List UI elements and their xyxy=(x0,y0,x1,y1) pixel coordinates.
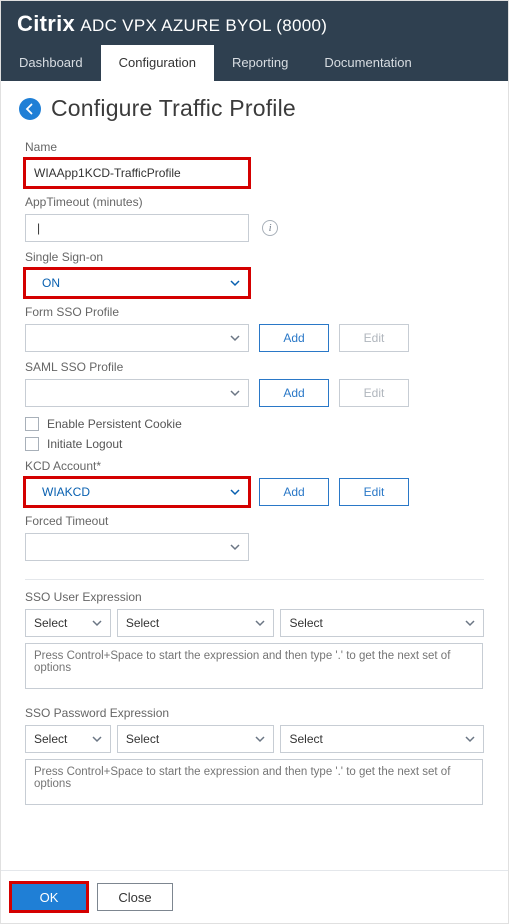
user-expr-select-2[interactable]: Select xyxy=(117,609,275,637)
form-sso-select[interactable] xyxy=(25,324,249,352)
saml-sso-add-button[interactable]: Add xyxy=(259,379,329,407)
ok-button[interactable]: OK xyxy=(11,883,87,911)
sso-select[interactable]: ON xyxy=(25,269,249,297)
chevron-down-icon xyxy=(465,618,475,628)
close-button[interactable]: Close xyxy=(97,883,173,911)
user-expr-select-3[interactable]: Select xyxy=(280,609,484,637)
user-expr-textarea[interactable] xyxy=(25,643,483,689)
select-placeholder: Select xyxy=(126,732,159,746)
tab-configuration[interactable]: Configuration xyxy=(101,45,214,81)
back-button[interactable] xyxy=(19,98,41,120)
chevron-down-icon xyxy=(230,388,240,398)
initiate-logout-label: Initiate Logout xyxy=(47,437,122,451)
select-placeholder: Select xyxy=(34,616,67,630)
select-placeholder: Select xyxy=(289,732,322,746)
forced-timeout-label: Forced Timeout xyxy=(25,514,484,528)
sso-label: Single Sign-on xyxy=(25,250,484,264)
select-placeholder: Select xyxy=(289,616,322,630)
name-input[interactable] xyxy=(25,159,249,187)
chevron-down-icon xyxy=(255,618,265,628)
main-tabs: Dashboard Configuration Reporting Docume… xyxy=(1,45,508,81)
initiate-logout-checkbox[interactable] xyxy=(25,437,39,451)
pwd-expr-select-2[interactable]: Select xyxy=(117,725,275,753)
chevron-down-icon xyxy=(465,734,475,744)
sso-value: ON xyxy=(34,276,60,290)
divider xyxy=(25,579,484,580)
kcd-value: WIAKCD xyxy=(34,485,90,499)
page-title: Configure Traffic Profile xyxy=(51,95,296,122)
select-placeholder: Select xyxy=(34,732,67,746)
kcd-edit-button[interactable]: Edit xyxy=(339,478,409,506)
tab-dashboard[interactable]: Dashboard xyxy=(1,45,101,81)
chevron-down-icon xyxy=(230,278,240,288)
persistent-cookie-label: Enable Persistent Cookie xyxy=(47,417,182,431)
kcd-label: KCD Account* xyxy=(25,459,484,473)
persistent-cookie-checkbox[interactable] xyxy=(25,417,39,431)
form-sso-edit-button: Edit xyxy=(339,324,409,352)
chevron-down-icon xyxy=(92,734,102,744)
forced-timeout-select[interactable] xyxy=(25,533,249,561)
info-icon[interactable]: i xyxy=(262,220,278,236)
saml-sso-edit-button: Edit xyxy=(339,379,409,407)
chevron-down-icon xyxy=(92,618,102,628)
apptimeout-label: AppTimeout (minutes) xyxy=(25,195,484,209)
pwd-expr-select-1[interactable]: Select xyxy=(25,725,111,753)
form-sso-label: Form SSO Profile xyxy=(25,305,484,319)
form-sso-add-button[interactable]: Add xyxy=(259,324,329,352)
saml-sso-select[interactable] xyxy=(25,379,249,407)
tab-documentation[interactable]: Documentation xyxy=(306,45,429,81)
app-header: Citrix ADC VPX AZURE BYOL (8000) xyxy=(1,1,508,45)
chevron-down-icon xyxy=(230,333,240,343)
sso-pwd-expr-label: SSO Password Expression xyxy=(25,706,484,720)
footer: OK Close xyxy=(1,870,508,923)
back-arrow-icon xyxy=(24,103,36,115)
chevron-down-icon xyxy=(230,542,240,552)
kcd-add-button[interactable]: Add xyxy=(259,478,329,506)
pwd-expr-textarea[interactable] xyxy=(25,759,483,805)
brand-name: Citrix xyxy=(17,11,75,36)
chevron-down-icon xyxy=(230,487,240,497)
saml-sso-label: SAML SSO Profile xyxy=(25,360,484,374)
name-label: Name xyxy=(25,140,484,154)
pwd-expr-select-3[interactable]: Select xyxy=(280,725,484,753)
chevron-down-icon xyxy=(255,734,265,744)
tab-reporting[interactable]: Reporting xyxy=(214,45,306,81)
sso-user-expr-label: SSO User Expression xyxy=(25,590,484,604)
product-name: ADC VPX AZURE BYOL (8000) xyxy=(80,16,327,35)
select-placeholder: Select xyxy=(126,616,159,630)
kcd-select[interactable]: WIAKCD xyxy=(25,478,249,506)
user-expr-select-1[interactable]: Select xyxy=(25,609,111,637)
apptimeout-input[interactable] xyxy=(25,214,249,242)
